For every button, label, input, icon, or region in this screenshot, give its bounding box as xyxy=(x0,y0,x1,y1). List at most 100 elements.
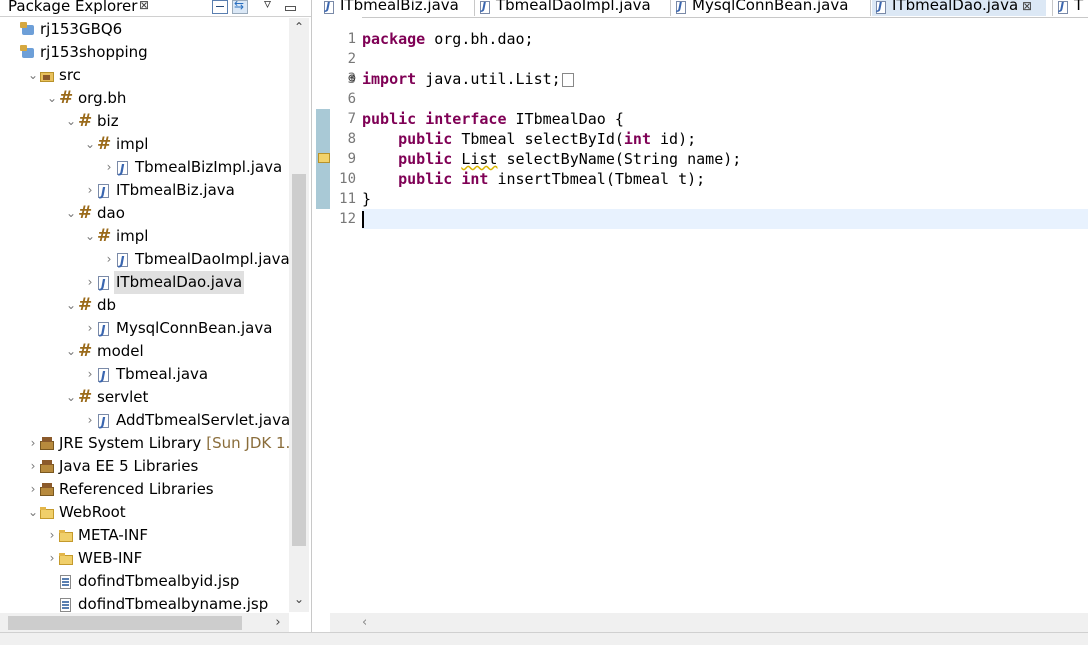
tree-item[interactable]: › ITbmealBiz.java xyxy=(0,179,289,204)
collapsed-arrow-icon[interactable]: › xyxy=(46,547,58,570)
tree-item[interactable]: ⌄ servlet xyxy=(0,386,289,409)
tree-item[interactable]: ⌄ biz xyxy=(0,110,289,133)
tree-item-label: db xyxy=(95,294,118,317)
overview-ruler xyxy=(316,17,330,613)
tree-item-name: META-INF xyxy=(78,526,149,544)
expand-fold-icon[interactable]: ⊕ xyxy=(348,69,360,89)
tree-item-name: MysqlConnBean.java xyxy=(116,319,273,337)
package-explorer-view: Package Explorer ⊠ ▿ rj153GBQ6 rj153shopp… xyxy=(0,0,312,644)
editor-tab-label: MysqlConnBean.java xyxy=(692,0,849,14)
tree-item[interactable]: dofindTbmealbyid.jsp xyxy=(0,570,289,593)
line-number: 7 xyxy=(347,111,356,127)
collapsed-arrow-icon[interactable]: › xyxy=(103,156,115,179)
collapsed-arrow-icon[interactable]: › xyxy=(84,317,96,340)
tree-item[interactable]: ⌄ WebRoot xyxy=(0,501,289,524)
expanded-arrow-icon[interactable]: ⌄ xyxy=(65,386,77,409)
tree-item[interactable]: › ITbmealDao.java xyxy=(0,271,289,296)
tree-item[interactable]: rj153GBQ6 xyxy=(0,18,289,41)
expanded-arrow-icon[interactable]: ⌄ xyxy=(65,110,77,133)
collapse-all-icon[interactable] xyxy=(212,0,228,14)
expanded-arrow-icon[interactable]: ⌄ xyxy=(84,225,96,248)
editor-tab[interactable]: TbmealDaoImpl.java xyxy=(476,0,668,16)
close-tab-icon[interactable]: ⊠ xyxy=(1022,0,1032,14)
expanded-arrow-icon[interactable]: ⌄ xyxy=(84,133,96,156)
collapsed-arrow-icon[interactable]: › xyxy=(27,455,39,478)
java-file-icon xyxy=(96,411,112,434)
expanded-arrow-icon[interactable]: ⌄ xyxy=(65,340,77,363)
tree-item[interactable]: ⌄ db xyxy=(0,294,289,317)
code-line[interactable]: } xyxy=(362,189,1088,209)
java-file-icon xyxy=(96,273,112,296)
editor-tab[interactable]: MysqlConnBean.java xyxy=(672,0,868,16)
view-menu-icon[interactable]: ▿ xyxy=(264,0,280,12)
collapsed-arrow-icon[interactable]: › xyxy=(46,524,58,547)
tree-item-name: TbmealDaoImpl.java xyxy=(135,250,289,268)
code-line[interactable]: public interface ITbmealDao { xyxy=(362,109,1088,129)
code-line[interactable] xyxy=(362,209,1088,229)
expanded-arrow-icon[interactable]: ⌄ xyxy=(46,87,58,110)
editor-tab[interactable]: ITbmealDao.java⊠ xyxy=(872,0,1046,16)
tree-item[interactable]: › Tbmeal.java xyxy=(0,363,289,388)
close-view-icon[interactable]: ⊠ xyxy=(139,0,149,12)
collapsed-arrow-icon[interactable]: › xyxy=(27,478,39,501)
tree-item[interactable]: ⌄ impl xyxy=(0,225,289,248)
tree-item[interactable]: dofindTbmealbyname.jsp xyxy=(0,593,289,612)
project-icon xyxy=(20,22,36,38)
expanded-arrow-icon[interactable]: ⌄ xyxy=(27,64,39,87)
code-line[interactable] xyxy=(362,89,1088,109)
tree-item[interactable]: rj153shopping xyxy=(0,41,289,64)
tree-item[interactable]: › META-INF xyxy=(0,524,289,547)
tree-item[interactable]: ⌄ model xyxy=(0,340,289,363)
tree-item[interactable]: ⌄ src xyxy=(0,64,289,87)
code-line[interactable]: import java.util.List; xyxy=(362,69,1088,89)
collapsed-arrow-icon[interactable]: › xyxy=(84,409,96,432)
expanded-arrow-icon[interactable]: ⌄ xyxy=(27,501,39,524)
tree-item[interactable]: ⌄ impl xyxy=(0,133,289,156)
line-number: 2 xyxy=(347,51,356,67)
tree-item[interactable]: › Referenced Libraries xyxy=(0,478,289,501)
warning-icon[interactable] xyxy=(318,153,330,164)
link-with-editor-icon[interactable] xyxy=(232,0,248,14)
jsp-file-icon xyxy=(58,597,74,612)
code-line[interactable]: public List selectByName(String name); xyxy=(362,149,1088,169)
view-title[interactable]: Package Explorer xyxy=(8,0,137,15)
tree-item[interactable]: ⌄ dao xyxy=(0,202,289,225)
collapsed-arrow-icon[interactable]: › xyxy=(103,248,115,271)
collapsed-arrow-icon[interactable]: › xyxy=(84,179,96,202)
change-marker xyxy=(316,129,330,149)
scrollbar-thumb[interactable] xyxy=(8,616,242,630)
expanded-arrow-icon[interactable]: ⌄ xyxy=(65,294,77,317)
package-icon xyxy=(77,340,93,363)
tree-item[interactable]: › Java EE 5 Libraries xyxy=(0,455,289,478)
tree-item-label: ITbmealDao.java xyxy=(114,271,245,294)
explorer-horizontal-scrollbar[interactable]: › xyxy=(0,613,289,632)
tree-item[interactable]: › TbmealDaoImpl.java xyxy=(0,248,289,273)
scroll-left-icon[interactable]: ‹ xyxy=(362,613,380,632)
package-icon xyxy=(96,225,112,248)
scrollbar-thumb[interactable] xyxy=(292,174,306,546)
code-area[interactable]: package org.bh.dao; import java.util.List… xyxy=(362,17,1088,613)
collapsed-arrow-icon[interactable]: › xyxy=(84,363,96,386)
expanded-arrow-icon[interactable]: ⌄ xyxy=(65,202,77,225)
tree-item[interactable]: › JRE System Library[Sun JDK 1.6.0 xyxy=(0,432,289,455)
explorer-vertical-scrollbar[interactable]: ⌃ ⌄ xyxy=(289,18,309,612)
tree-item[interactable]: ⌄ org.bh xyxy=(0,87,289,110)
scroll-down-icon[interactable]: ⌄ xyxy=(289,592,309,610)
code-line[interactable]: package org.bh.dao; xyxy=(362,29,1088,49)
editor-tab[interactable]: T xyxy=(1054,0,1088,16)
tree-item[interactable]: › WEB-INF xyxy=(0,547,289,570)
code-line[interactable]: public Tbmeal selectById(int id); xyxy=(362,129,1088,149)
collapsed-arrow-icon[interactable]: › xyxy=(27,432,39,455)
editor-horizontal-scrollbar[interactable]: ‹ xyxy=(330,613,1088,632)
tree-item-label: biz xyxy=(95,110,121,133)
code-line[interactable] xyxy=(362,49,1088,69)
minimize-view-icon[interactable] xyxy=(282,0,298,14)
editor-tab[interactable]: ITbmealBiz.java xyxy=(320,0,472,16)
tree-item[interactable]: › MysqlConnBean.java xyxy=(0,317,289,342)
tree-item[interactable]: › AddTbmealServlet.java xyxy=(0,409,289,434)
scroll-up-icon[interactable]: ⌃ xyxy=(289,20,309,38)
scroll-right-icon[interactable]: › xyxy=(268,613,288,632)
code-line[interactable]: public int insertTbmeal(Tbmeal t); xyxy=(362,169,1088,189)
collapsed-arrow-icon[interactable]: › xyxy=(84,271,96,294)
tree-item[interactable]: › TbmealBizImpl.java xyxy=(0,156,289,181)
